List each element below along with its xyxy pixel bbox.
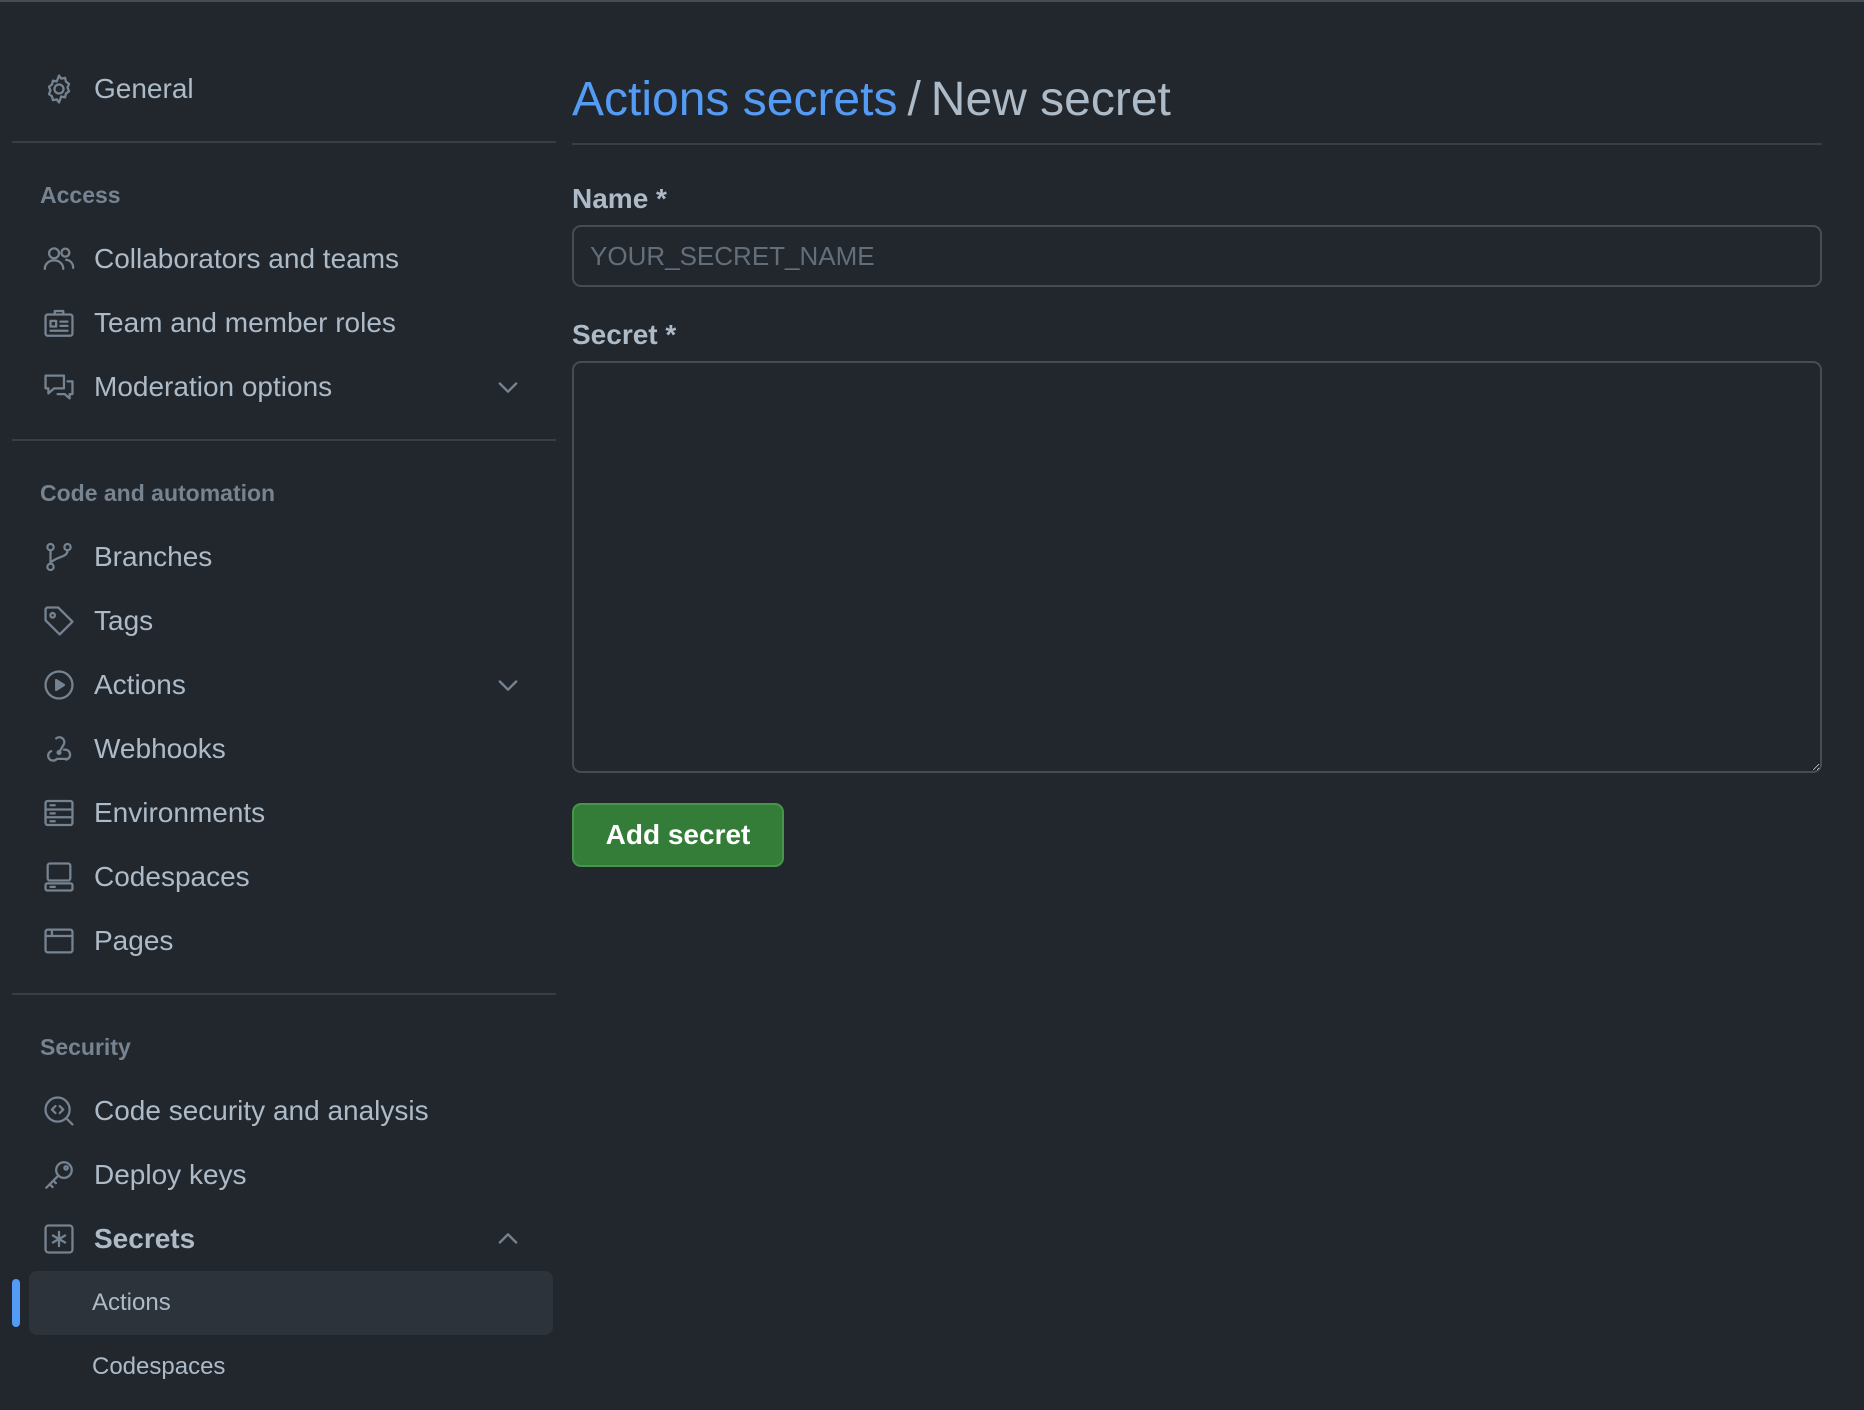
play-icon: [42, 668, 76, 702]
sidebar-item-label: Moderation options: [94, 371, 333, 402]
sidebar-item-branches[interactable]: Branches: [12, 525, 556, 589]
sidebar-subitem-secrets-codespaces[interactable]: Codespaces: [12, 1335, 556, 1399]
webhook-icon: [42, 732, 76, 766]
people-icon: [42, 242, 76, 276]
sidebar-divider: [12, 439, 556, 441]
sidebar-item-label: Tags: [94, 605, 154, 636]
sidebar-item-secrets[interactable]: Secrets: [12, 1207, 556, 1271]
page-title: Actions secrets / New secret: [572, 57, 1822, 145]
tag-icon: [42, 604, 76, 638]
chevron-down-icon[interactable]: [494, 373, 522, 401]
sidebar-item-collaborators[interactable]: Collaborators and teams: [12, 227, 556, 291]
sidebar-item-label: Team and member roles: [94, 307, 396, 338]
sidebar-item-team-roles[interactable]: Team and member roles: [12, 291, 556, 355]
sidebar-item-label: General: [94, 73, 194, 104]
add-secret-button[interactable]: Add secret: [572, 803, 784, 867]
breadcrumb-separator: /: [907, 72, 921, 126]
sidebar-subitem-label: Actions: [92, 1289, 171, 1316]
sidebar-item-code-security[interactable]: Code security and analysis: [12, 1079, 556, 1143]
codescan-icon: [42, 1094, 76, 1128]
secret-name-input[interactable]: [572, 225, 1822, 287]
secret-field-label: Secret *: [572, 319, 677, 350]
sidebar-item-label: Branches: [94, 541, 213, 572]
breadcrumb-current: New secret: [930, 72, 1171, 126]
sidebar-item-environments[interactable]: Environments: [12, 781, 556, 845]
sidebar-item-label: Codespaces: [94, 861, 250, 892]
sidebar-item-label: Deploy keys: [94, 1159, 247, 1190]
name-field-label: Name *: [572, 183, 667, 214]
codespaces-icon: [42, 860, 76, 894]
settings-sidebar: General Access Collaborators and teams T…: [12, 57, 556, 1399]
sidebar-subitem-label: Codespaces: [92, 1353, 226, 1380]
id-badge-icon: [42, 306, 76, 340]
sidebar-item-actions[interactable]: Actions: [12, 653, 556, 717]
active-indicator: [12, 1279, 20, 1327]
sidebar-item-label: Collaborators and teams: [94, 243, 400, 274]
chevron-up-icon[interactable]: [494, 1225, 522, 1253]
sidebar-subitem-secrets-actions[interactable]: Actions: [12, 1271, 553, 1335]
chevron-down-icon[interactable]: [494, 671, 522, 699]
sidebar-divider: [12, 141, 556, 143]
sidebar-item-tags[interactable]: Tags: [12, 589, 556, 653]
server-icon: [42, 796, 76, 830]
sidebar-item-label: Code security and analysis: [94, 1095, 429, 1126]
sidebar-section-access: Access: [40, 182, 121, 208]
git-branch-icon: [42, 540, 76, 574]
secret-value-textarea[interactable]: [572, 361, 1822, 773]
breadcrumb-parent-link[interactable]: Actions secrets: [572, 72, 897, 127]
sidebar-item-label: Pages: [94, 925, 174, 956]
settings-page: General Access Collaborators and teams T…: [0, 0, 1864, 1410]
sidebar-divider: [12, 993, 556, 995]
key-icon: [42, 1158, 76, 1192]
sidebar-section-code-automation: Code and automation: [40, 480, 276, 506]
sidebar-item-label: Actions: [94, 669, 186, 700]
sidebar-item-codespaces[interactable]: Codespaces: [12, 845, 556, 909]
gear-icon: [42, 72, 76, 106]
sidebar-item-general[interactable]: General: [12, 57, 556, 121]
sidebar-item-pages[interactable]: Pages: [12, 909, 556, 973]
main-content: Actions secrets / New secret Name * Secr…: [572, 57, 1822, 867]
sidebar-item-label: Webhooks: [94, 733, 226, 764]
browser-icon: [42, 924, 76, 958]
sidebar-item-deploy-keys[interactable]: Deploy keys: [12, 1143, 556, 1207]
sidebar-item-label: Environments: [94, 797, 266, 828]
comment-discussion-icon: [42, 370, 76, 404]
sidebar-item-label: Secrets: [94, 1223, 196, 1254]
key-asterisk-icon: [42, 1222, 76, 1256]
sidebar-section-security: Security: [40, 1034, 131, 1060]
sidebar-item-moderation[interactable]: Moderation options: [12, 355, 556, 419]
sidebar-item-webhooks[interactable]: Webhooks: [12, 717, 556, 781]
